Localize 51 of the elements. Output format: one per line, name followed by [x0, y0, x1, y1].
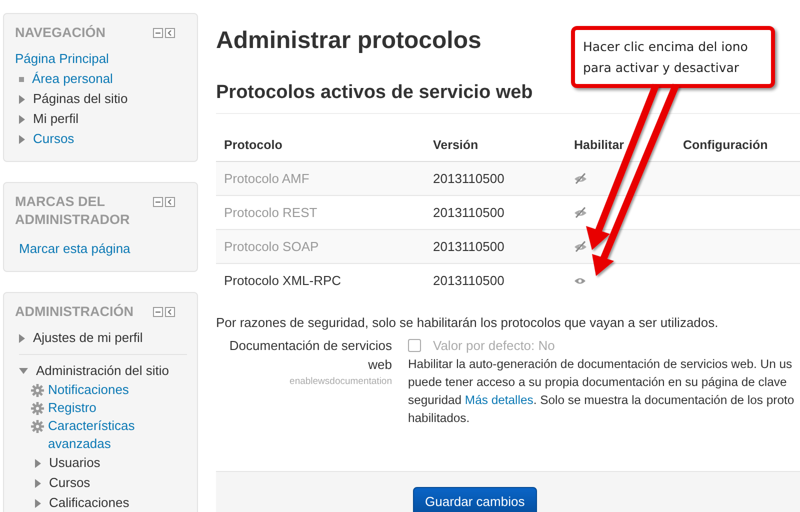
nav-link[interactable]: Notificaciones: [48, 381, 148, 399]
gear-icon: [31, 384, 44, 397]
security-note: Por razones de seguridad, solo se habilitarán los protocolos que vayan a ser utilizados.: [216, 315, 720, 330]
bullet-icon: [19, 76, 24, 82]
save-button[interactable]: Guardar cambios: [413, 487, 537, 512]
dock-icon: [165, 28, 175, 38]
block-title: NAVEGACIÓN: [15, 24, 107, 42]
callout: Hacer clic encima del iono para activar y desactivar: [571, 26, 775, 88]
collapse-icon: [153, 307, 163, 317]
description-text: puede tener acceso a su propia documentación en su página de clave: [408, 375, 787, 389]
nav-link[interactable]: Cursos: [33, 129, 74, 149]
table-cell: 2013110500: [425, 162, 566, 196]
table-cell: Protocolo XML-RPC: [216, 264, 425, 297]
gear-icon: [31, 402, 44, 415]
table-cell: Protocolo AMF: [216, 162, 425, 196]
default-value: Valor por defecto: No: [433, 338, 555, 353]
collapse-icon: [153, 28, 163, 38]
setting-label: Documentación de servicios web: [228, 337, 392, 374]
block-title: ADMINISTRACIÓN: [15, 303, 134, 321]
table-cell: 2013110500: [425, 230, 566, 264]
nav-item[interactable]: Calificaciones: [49, 493, 130, 512]
block-title: MARCAS DEL ADMINISTRADOR: [15, 193, 131, 229]
nav-link[interactable]: Área personal: [32, 69, 113, 89]
checkbox[interactable]: [408, 339, 421, 352]
gear-icon: [31, 420, 44, 433]
description-text: habilitados.: [408, 411, 470, 425]
crossed-eye-icon[interactable]: [574, 241, 587, 252]
crossed-eye-icon[interactable]: [574, 173, 587, 184]
description-text: seguridad: [408, 393, 463, 407]
nav-item[interactable]: Cursos: [49, 473, 90, 493]
nav-link[interactable]: Marcar esta página: [19, 239, 130, 259]
setting-key: enablewsdocumentation: [216, 376, 392, 387]
nav-item[interactable]: Mi perfil: [33, 109, 79, 129]
nav-item[interactable]: Páginas del sitio: [33, 89, 128, 109]
nav-item[interactable]: Ajustes de mi perfil: [33, 328, 143, 348]
table-cell: Protocolo SOAP: [216, 230, 425, 264]
nav-link[interactable]: Características avanzadas: [48, 417, 148, 453]
description-text: Habilitar la auto-generación de documentación de servicios web. Un us: [408, 357, 792, 371]
nav-link[interactable]: Página Principal: [15, 49, 109, 69]
nav-link[interactable]: Registro: [48, 399, 148, 417]
dock-icon: [165, 307, 175, 317]
nav-item[interactable]: Usuarios: [49, 453, 100, 473]
details-link[interactable]: Más detalles: [464, 393, 534, 407]
collapse-icon: [153, 197, 163, 207]
nav-item[interactable]: Administración del sitio: [36, 361, 169, 381]
crossed-eye-icon[interactable]: [574, 207, 587, 218]
page-title: Administrar protocolos: [216, 27, 482, 55]
table-cell: 2013110500: [425, 264, 566, 297]
description-text: . Solo se muestra la documentación de los proto: [533, 393, 794, 407]
eye-icon[interactable]: [574, 276, 586, 284]
dock-icon: [165, 197, 175, 207]
